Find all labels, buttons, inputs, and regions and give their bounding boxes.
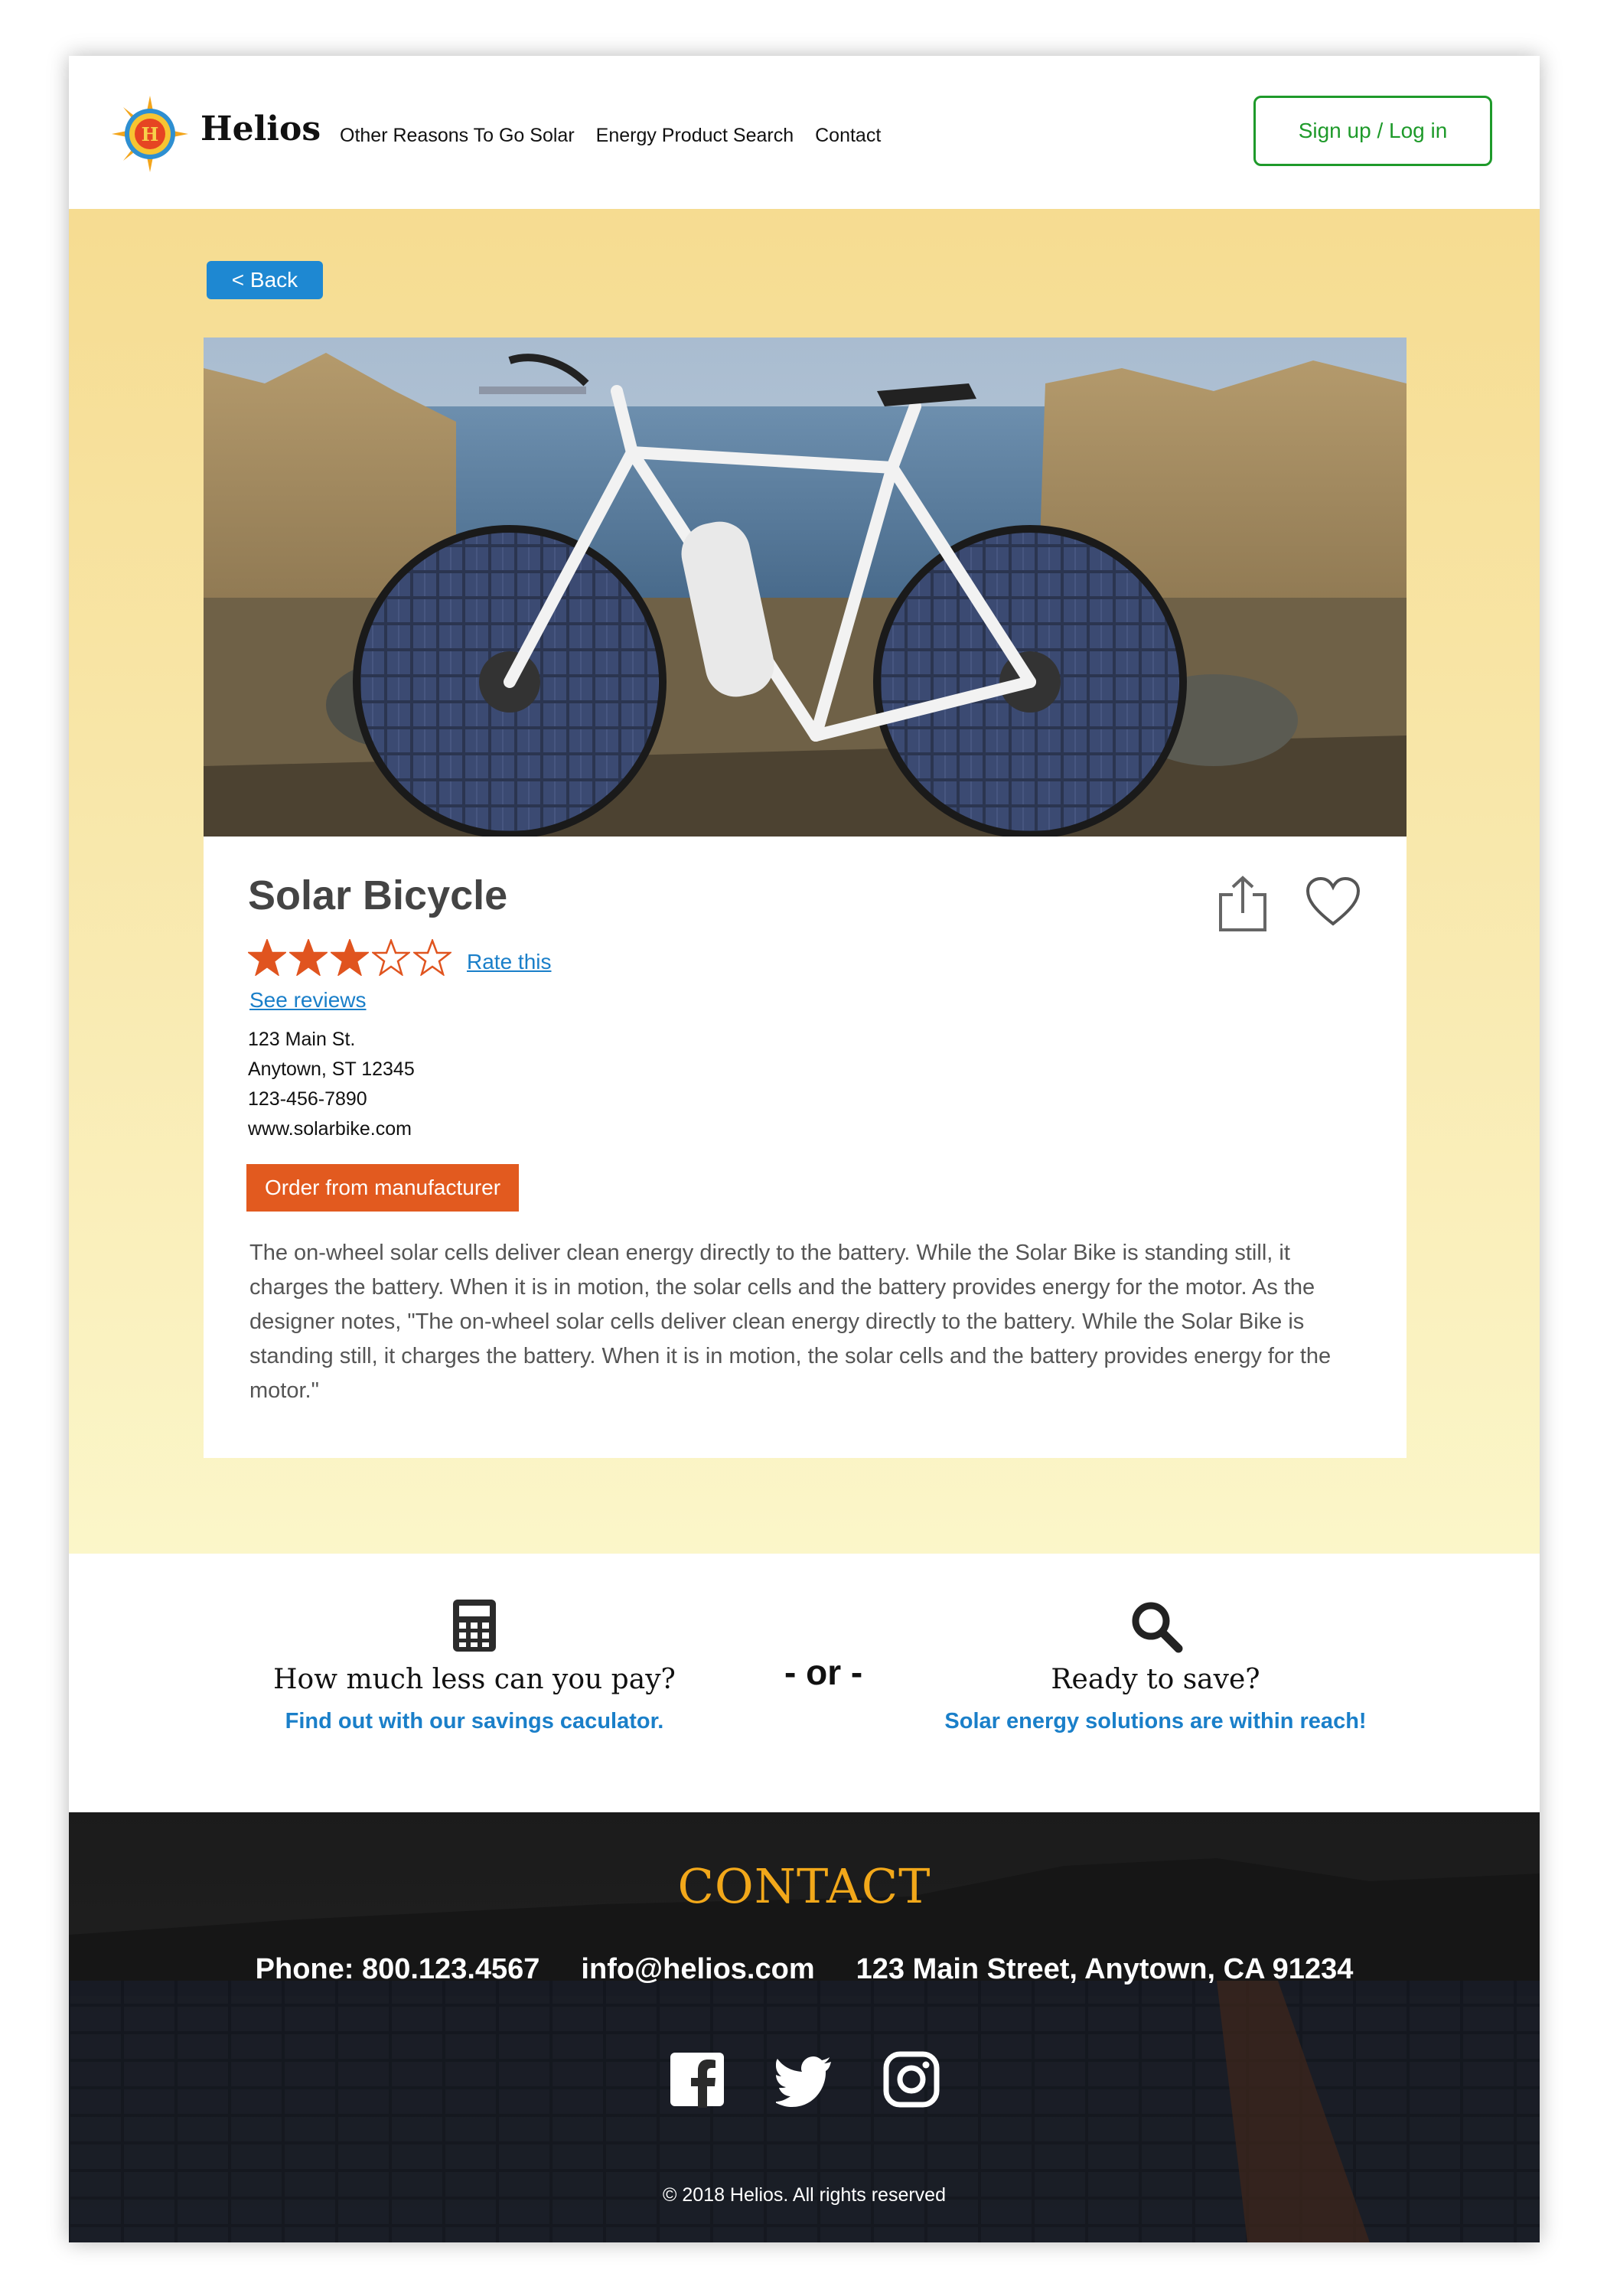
or-separator: - or - — [784, 1652, 863, 1692]
twitter-icon[interactable] — [776, 2051, 833, 2108]
product-photo — [204, 338, 1407, 837]
star-empty-icon[interactable] — [413, 939, 451, 976]
manufacturer-contact: 123 Main St. Anytown, ST 12345 123-456-7… — [248, 1025, 415, 1144]
product-card: Solar Bicycle Rate this See reviews 123 … — [204, 837, 1407, 1458]
star-filled-icon[interactable] — [248, 939, 286, 976]
star-filled-icon[interactable] — [289, 939, 328, 976]
svg-text:H: H — [142, 123, 159, 145]
savings-calculator-link[interactable]: Find out with our savings caculator. — [245, 1709, 704, 1734]
footer-email[interactable]: info@helios.com — [581, 1953, 814, 1986]
see-reviews-link[interactable]: See reviews — [249, 988, 367, 1013]
page-frame: H Helios Other Reasons To Go Solar Energ… — [69, 56, 1540, 2242]
ready-to-save-question: Ready to save? — [1051, 1664, 1260, 1695]
address-city: Anytown, ST 12345 — [248, 1058, 415, 1080]
cta-band: How much less can you pay? Find out with… — [69, 1554, 1540, 1812]
top-header: H Helios Other Reasons To Go Solar Energ… — [69, 56, 1540, 209]
heart-icon[interactable] — [1305, 876, 1361, 927]
product-hero: < Back Solar Bicycle Rate this See revie… — [69, 209, 1540, 1554]
savings-question: How much less can you pay? — [273, 1664, 676, 1695]
order-from-manufacturer-button[interactable]: Order from manufacturer — [246, 1164, 519, 1212]
star-filled-icon[interactable] — [331, 939, 369, 976]
main-nav: Other Reasons To Go Solar Energy Product… — [340, 125, 881, 147]
nav-product-search[interactable]: Energy Product Search — [596, 125, 794, 147]
product-description: The on-wheel solar cells deliver clean e… — [249, 1241, 1332, 1403]
helios-logo-icon[interactable]: H — [112, 96, 188, 172]
solutions-link[interactable]: Solar energy solutions are within reach! — [903, 1709, 1408, 1734]
solutions-cta: Ready to save? Solar energy solutions ar… — [903, 1598, 1408, 1734]
rating-stars[interactable] — [248, 939, 451, 976]
rate-this-link[interactable]: Rate this — [467, 950, 552, 974]
savings-calculator-cta: How much less can you pay? Find out with… — [245, 1598, 704, 1734]
facebook-icon[interactable] — [669, 2051, 725, 2108]
contact-footer: CONTACT Phone: 800.123.4567 info@helios.… — [69, 1812, 1540, 2242]
instagram-icon[interactable] — [883, 2051, 940, 2108]
brand-name[interactable]: Helios — [200, 109, 321, 148]
star-empty-icon[interactable] — [372, 939, 410, 976]
calculator-icon[interactable] — [447, 1598, 502, 1653]
social-links — [69, 2051, 1540, 2108]
footer-phone[interactable]: Phone: 800.123.4567 — [256, 1953, 540, 1986]
share-icon[interactable] — [1217, 875, 1268, 933]
nav-contact[interactable]: Contact — [815, 125, 881, 147]
nav-other-reasons[interactable]: Other Reasons To Go Solar — [340, 125, 575, 147]
copyright: © 2018 Helios. All rights reserved — [663, 2184, 946, 2206]
contact-heading: CONTACT — [677, 1858, 931, 1914]
back-button[interactable]: < Back — [207, 261, 323, 299]
signup-login-button[interactable]: Sign up / Log in — [1253, 96, 1492, 166]
phone-number: 123-456-7890 — [248, 1088, 367, 1110]
address-street: 123 Main St. — [248, 1029, 356, 1050]
contact-details: Phone: 800.123.4567 info@helios.com 123 … — [69, 1953, 1540, 1986]
search-icon[interactable] — [1128, 1598, 1183, 1653]
footer-address: 123 Main Street, Anytown, CA 91234 — [856, 1953, 1354, 1985]
website[interactable]: www.solarbike.com — [248, 1114, 415, 1144]
product-title: Solar Bicycle — [248, 872, 508, 918]
